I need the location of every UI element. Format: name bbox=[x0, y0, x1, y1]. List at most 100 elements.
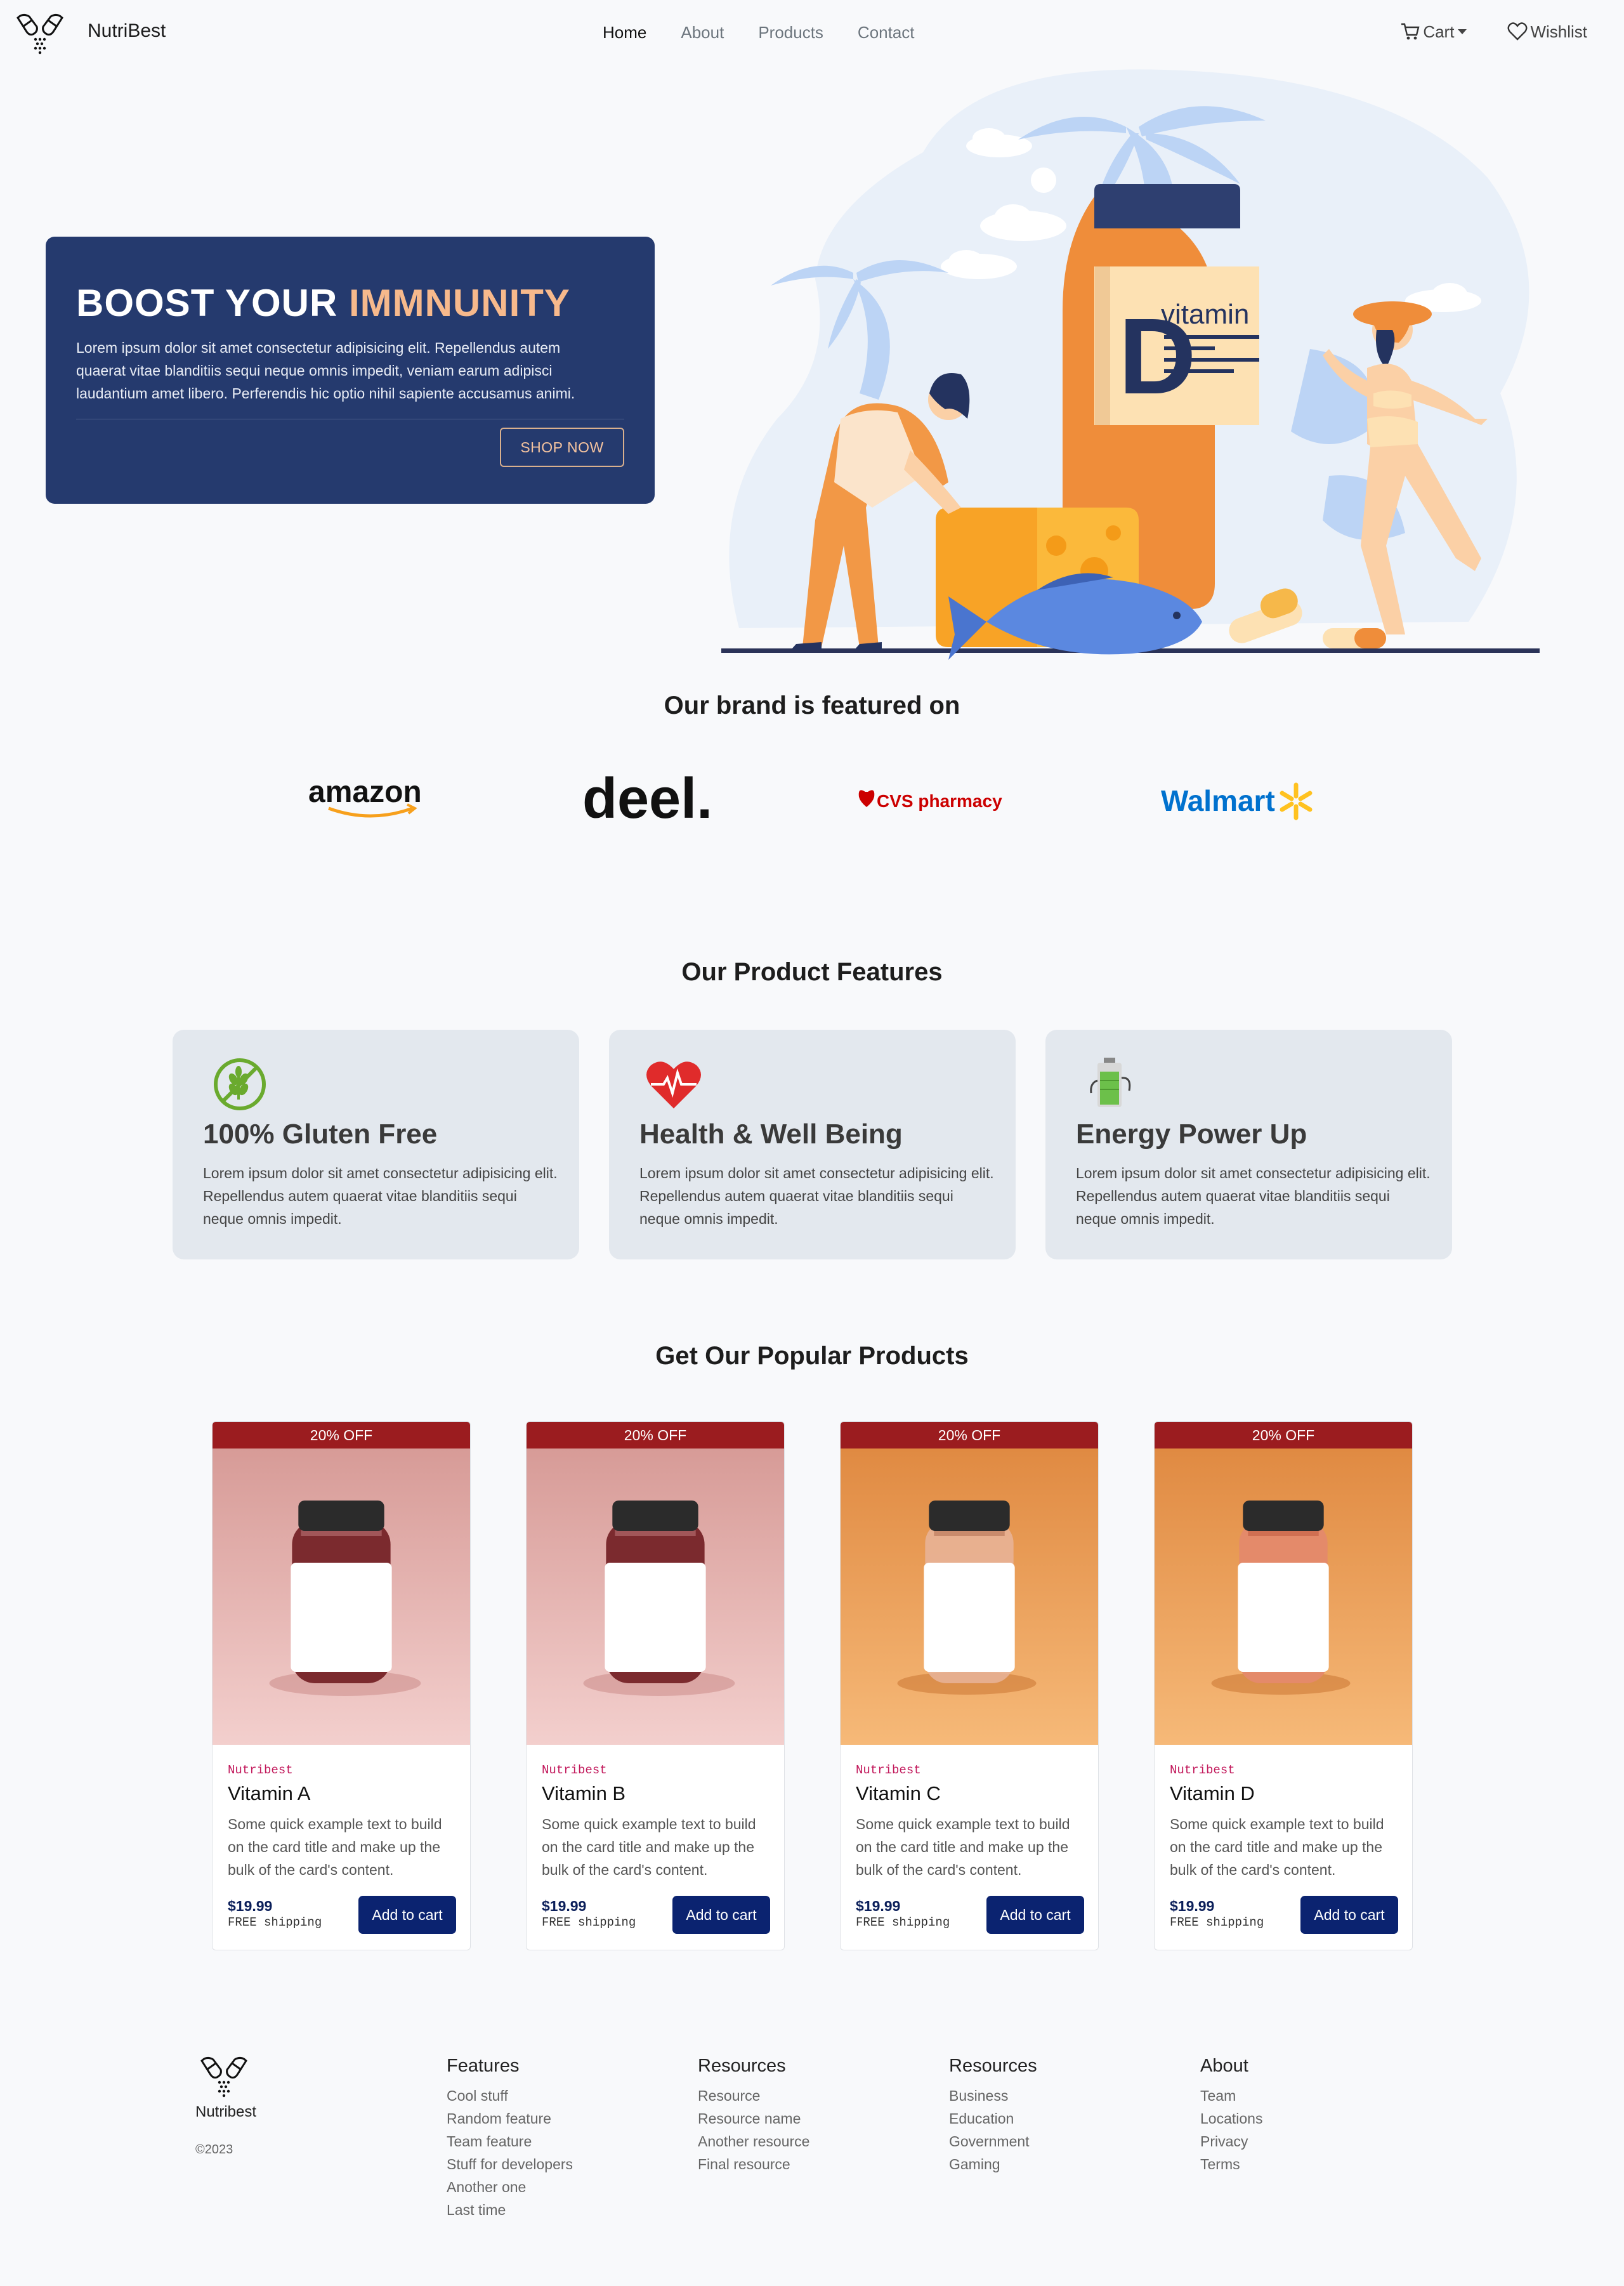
add-to-cart-button[interactable]: Add to cart bbox=[1300, 1896, 1398, 1934]
footer-link[interactable]: Government bbox=[949, 2130, 1171, 2153]
hero-card: BOOST YOUR IMMNUNITY Lorem ipsum dolor s… bbox=[46, 237, 655, 504]
shop-now-button[interactable]: SHOP NOW bbox=[500, 428, 624, 467]
product-name: Vitamin A bbox=[228, 1782, 311, 1804]
product-price: $19.99 bbox=[856, 1898, 901, 1914]
footer-link[interactable]: Another resource bbox=[698, 2130, 920, 2153]
hero-text: Lorem ipsum dolor sit amet consectetur a… bbox=[76, 339, 575, 402]
product-name: Vitamin B bbox=[542, 1782, 626, 1804]
nav-link-home[interactable]: Home bbox=[603, 23, 646, 43]
nav-link-about[interactable]: About bbox=[681, 23, 724, 43]
cart-icon bbox=[1401, 23, 1420, 40]
discount-badge: 20% OFF bbox=[527, 1422, 784, 1448]
heart-pulse-icon bbox=[646, 1061, 701, 1108]
features-title: Our Product Features bbox=[681, 958, 943, 986]
product-card-vitamin-b: 20% OFF Nutribest Vitamin B Some quick e… bbox=[526, 1421, 785, 1950]
pill-logo-icon[interactable] bbox=[14, 13, 66, 55]
feature-text: Lorem ipsum dolor sit amet consectetur a… bbox=[639, 1165, 994, 1227]
product-price: $19.99 bbox=[228, 1898, 273, 1914]
product-image[interactable] bbox=[841, 1448, 1098, 1745]
nav-link-contact[interactable]: Contact bbox=[858, 23, 915, 43]
footer-link[interactable]: Last time bbox=[447, 2198, 669, 2221]
footer-link[interactable]: Gaming bbox=[949, 2153, 1171, 2176]
battery-icon bbox=[1090, 1058, 1131, 1107]
product-card-vitamin-d: 20% OFF Nutribest Vitamin D Some quick e… bbox=[1154, 1421, 1413, 1950]
discount-badge: 20% OFF bbox=[841, 1422, 1098, 1448]
feature-card-health: Health & Well Being Lorem ipsum dolor si… bbox=[609, 1030, 1016, 1259]
brand-name[interactable]: NutriBest bbox=[88, 20, 166, 42]
caret-down-icon bbox=[1458, 29, 1467, 34]
add-to-cart-button[interactable]: Add to cart bbox=[672, 1896, 770, 1934]
product-image[interactable] bbox=[213, 1448, 470, 1745]
footer-column-resources: Resources Resource Resource name Another… bbox=[698, 2056, 920, 2176]
footer-copyright: ©2023 bbox=[195, 2143, 233, 2157]
footer-link[interactable]: Another one bbox=[447, 2176, 669, 2198]
product-card-vitamin-c: 20% OFF Nutribest Vitamin C Some quick e… bbox=[840, 1421, 1099, 1950]
footer-link[interactable]: Random feature bbox=[447, 2107, 669, 2130]
product-description: Some quick example text to build on the … bbox=[1170, 1816, 1384, 1878]
heart-icon bbox=[1507, 22, 1528, 41]
footer-link[interactable]: Privacy bbox=[1200, 2130, 1422, 2153]
add-to-cart-button[interactable]: Add to cart bbox=[986, 1896, 1084, 1934]
footer-link[interactable]: Stuff for developers bbox=[447, 2153, 669, 2176]
footer-link[interactable]: Education bbox=[949, 2107, 1171, 2130]
main-nav: Home About Products Contact bbox=[603, 23, 949, 43]
footer-link[interactable]: Team feature bbox=[447, 2130, 669, 2153]
shipping-label: FREE shipping bbox=[542, 1915, 636, 1929]
footer-link[interactable]: Locations bbox=[1200, 2107, 1422, 2130]
feature-card-gluten-free: 100% Gluten Free Lorem ipsum dolor sit a… bbox=[173, 1030, 579, 1259]
deel-logo[interactable]: deel. bbox=[581, 771, 714, 828]
hero-title: BOOST YOUR IMMNUNITY bbox=[76, 282, 570, 324]
footer-brand: Nutribest bbox=[195, 2103, 257, 2120]
footer-column-resources-2: Resources Business Education Government … bbox=[949, 2056, 1171, 2176]
hero-title-accent: IMMNUNITY bbox=[348, 282, 570, 324]
amazon-logo[interactable]: amazon bbox=[307, 775, 434, 820]
cart-label: Cart bbox=[1423, 22, 1455, 41]
nav-link-products[interactable]: Products bbox=[758, 23, 823, 43]
footer-link[interactable]: Resource name bbox=[698, 2107, 920, 2130]
product-name: Vitamin D bbox=[1170, 1782, 1255, 1804]
illustration-word: vitamin bbox=[1161, 299, 1249, 330]
wishlist-link[interactable]: Wishlist bbox=[1507, 22, 1587, 42]
discount-badge: 20% OFF bbox=[1155, 1422, 1412, 1448]
footer-link[interactable]: Team bbox=[1200, 2084, 1422, 2107]
product-brand: Nutribest bbox=[856, 1763, 921, 1777]
svg-text:deel.: deel. bbox=[582, 771, 712, 828]
product-brand: Nutribest bbox=[542, 1763, 607, 1777]
product-price: $19.99 bbox=[1170, 1898, 1215, 1914]
products-title: Get Our Popular Products bbox=[655, 1342, 969, 1370]
footer-column-title: About bbox=[1200, 2056, 1248, 2076]
feature-title: 100% Gluten Free bbox=[203, 1119, 438, 1150]
discount-badge: 20% OFF bbox=[213, 1422, 470, 1448]
feature-title: Energy Power Up bbox=[1076, 1119, 1307, 1150]
product-card-vitamin-a: 20% OFF Nutribest Vitamin A Some quick e… bbox=[212, 1421, 471, 1950]
footer-link[interactable]: Business bbox=[949, 2084, 1171, 2107]
footer-link[interactable]: Terms bbox=[1200, 2153, 1422, 2176]
shipping-label: FREE shipping bbox=[228, 1915, 322, 1929]
feature-text: Lorem ipsum dolor sit amet consectetur a… bbox=[1076, 1165, 1431, 1227]
footer-link[interactable]: Cool stuff bbox=[447, 2084, 669, 2107]
footer-link[interactable]: Resource bbox=[698, 2084, 920, 2107]
feature-card-energy: Energy Power Up Lorem ipsum dolor sit am… bbox=[1045, 1030, 1452, 1259]
footer-column-title: Resources bbox=[949, 2056, 1037, 2076]
product-image[interactable] bbox=[527, 1448, 784, 1745]
feature-text: Lorem ipsum dolor sit amet consectetur a… bbox=[203, 1165, 558, 1227]
add-to-cart-button[interactable]: Add to cart bbox=[358, 1896, 456, 1934]
cvs-pharmacy-logo[interactable]: CVS pharmacy bbox=[858, 787, 1016, 818]
shipping-label: FREE shipping bbox=[856, 1915, 950, 1929]
shipping-label: FREE shipping bbox=[1170, 1915, 1264, 1929]
product-description: Some quick example text to build on the … bbox=[856, 1816, 1070, 1878]
product-price: $19.99 bbox=[542, 1898, 587, 1914]
navbar: NutriBest Home About Products Contact Ca… bbox=[0, 0, 1624, 67]
pill-logo-icon[interactable] bbox=[197, 2056, 251, 2098]
footer-link[interactable]: Final resource bbox=[698, 2153, 920, 2176]
product-name: Vitamin C bbox=[856, 1782, 941, 1804]
footer-column-about: About Team Locations Privacy Terms bbox=[1200, 2056, 1422, 2176]
product-brand: Nutribest bbox=[228, 1763, 293, 1777]
wishlist-label: Wishlist bbox=[1530, 22, 1587, 41]
footer-column-title: Features bbox=[447, 2056, 520, 2076]
walmart-logo[interactable]: Walmart bbox=[1160, 779, 1318, 824]
product-description: Some quick example text to build on the … bbox=[542, 1816, 756, 1878]
feature-title: Health & Well Being bbox=[639, 1119, 903, 1150]
cart-dropdown[interactable]: Cart bbox=[1400, 22, 1467, 42]
product-image[interactable] bbox=[1155, 1448, 1412, 1745]
